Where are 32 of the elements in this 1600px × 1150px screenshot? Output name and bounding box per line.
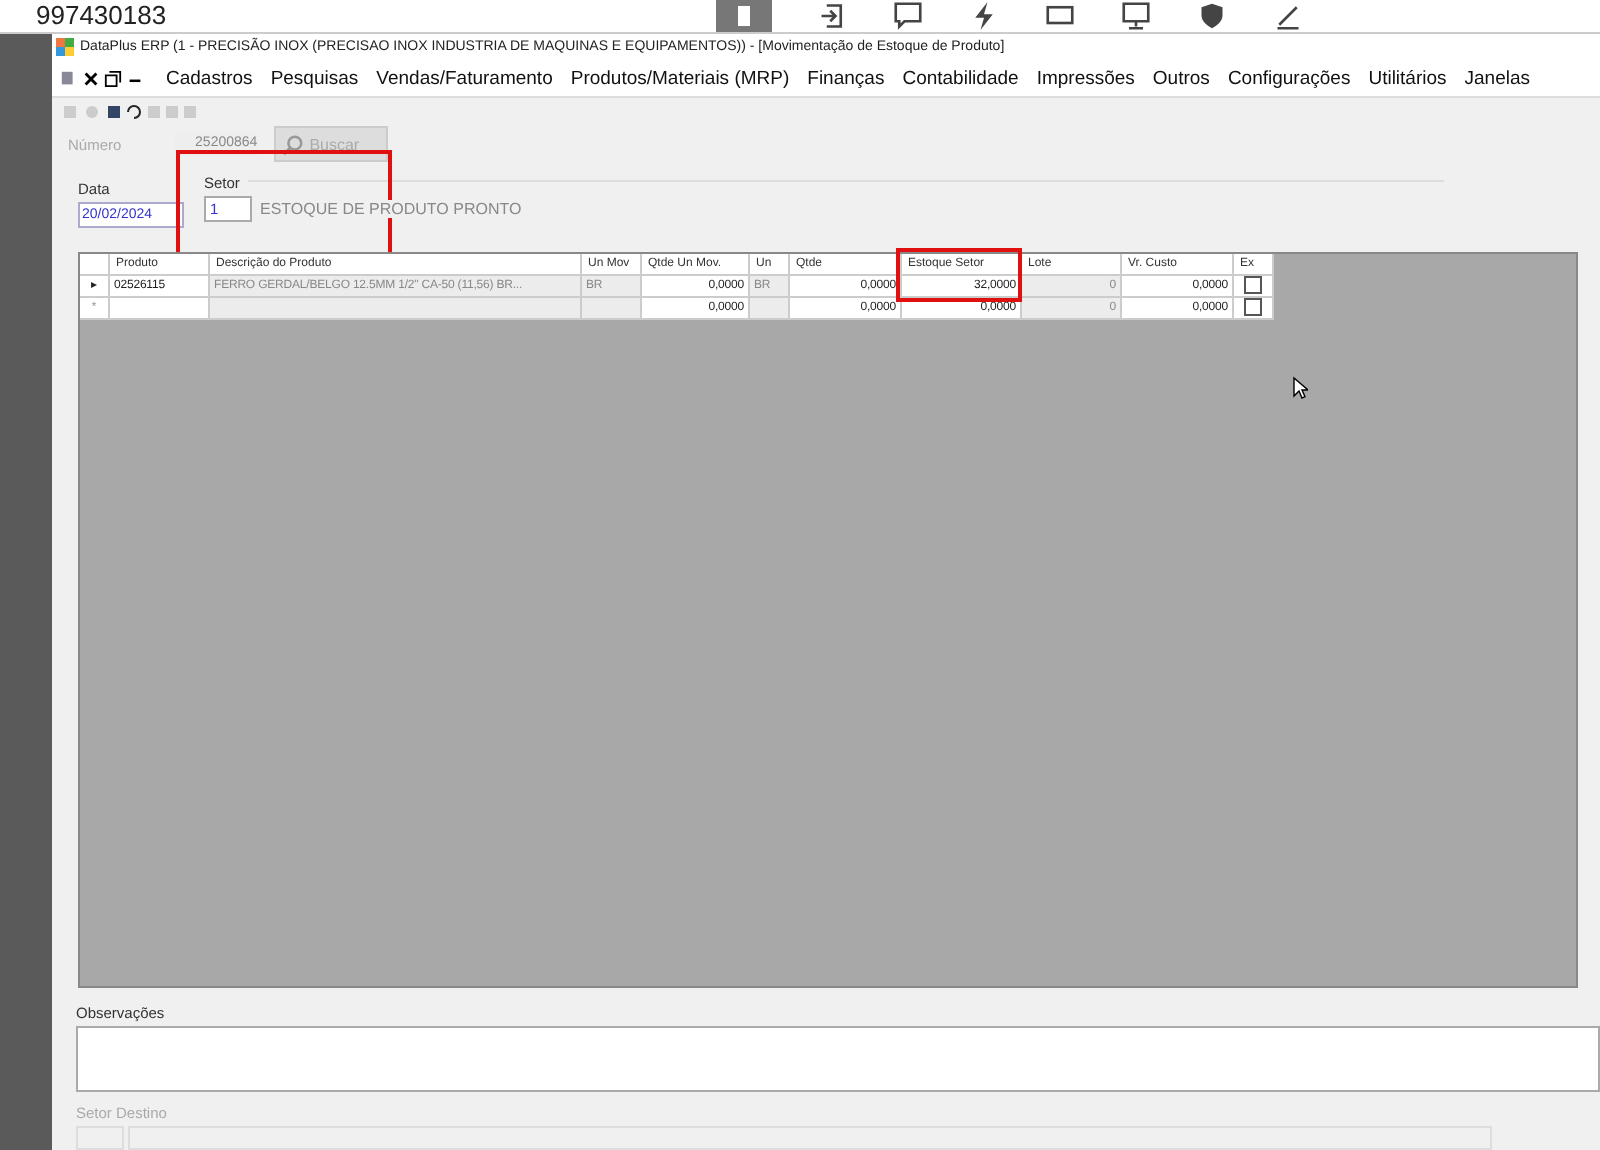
menu-item[interactable]: Vendas/Faturamento xyxy=(376,67,553,90)
menu-item[interactable]: Finanças xyxy=(807,67,885,90)
table-cell xyxy=(582,297,642,320)
checkbox[interactable] xyxy=(1244,276,1262,295)
search-icon xyxy=(281,133,304,156)
menu-item[interactable]: Cadastros xyxy=(166,67,253,90)
grid-corner xyxy=(80,253,110,276)
toolbar-icons-drawing[interactable] xyxy=(60,101,200,122)
close-icon[interactable] xyxy=(82,69,100,88)
monitor-icon[interactable] xyxy=(1120,2,1152,30)
menu-item[interactable]: Utilitários xyxy=(1368,67,1447,90)
login-icon[interactable] xyxy=(816,2,848,30)
menu-item[interactable]: Janelas xyxy=(1464,67,1531,90)
chat-icon[interactable] xyxy=(892,2,924,30)
table-cell xyxy=(750,297,790,320)
highlight-box xyxy=(896,247,1022,302)
cursor-icon xyxy=(1292,375,1308,400)
checkbox[interactable] xyxy=(1244,298,1262,317)
shield-icon[interactable] xyxy=(1196,2,1228,30)
menu-item[interactable]: Pesquisas xyxy=(270,67,359,90)
menu-item[interactable]: Produtos/Materiais (MRP) xyxy=(570,67,790,90)
user-icon[interactable] xyxy=(716,0,772,32)
menu-item[interactable]: Contabilidade xyxy=(902,67,1019,90)
menu-item[interactable]: Configurações xyxy=(1227,67,1351,90)
menu-item[interactable]: Outros xyxy=(1152,67,1210,90)
observacoes-field[interactable] xyxy=(76,1025,1600,1092)
menu-item[interactable]: Impressões xyxy=(1036,67,1135,90)
app-icon xyxy=(56,38,74,57)
table-cell xyxy=(110,297,210,320)
pen-icon[interactable] xyxy=(1272,2,1304,30)
setor-name: ESTOQUE DE PRODUTO PRONTO xyxy=(260,200,522,219)
restore-icon[interactable] xyxy=(104,69,122,88)
